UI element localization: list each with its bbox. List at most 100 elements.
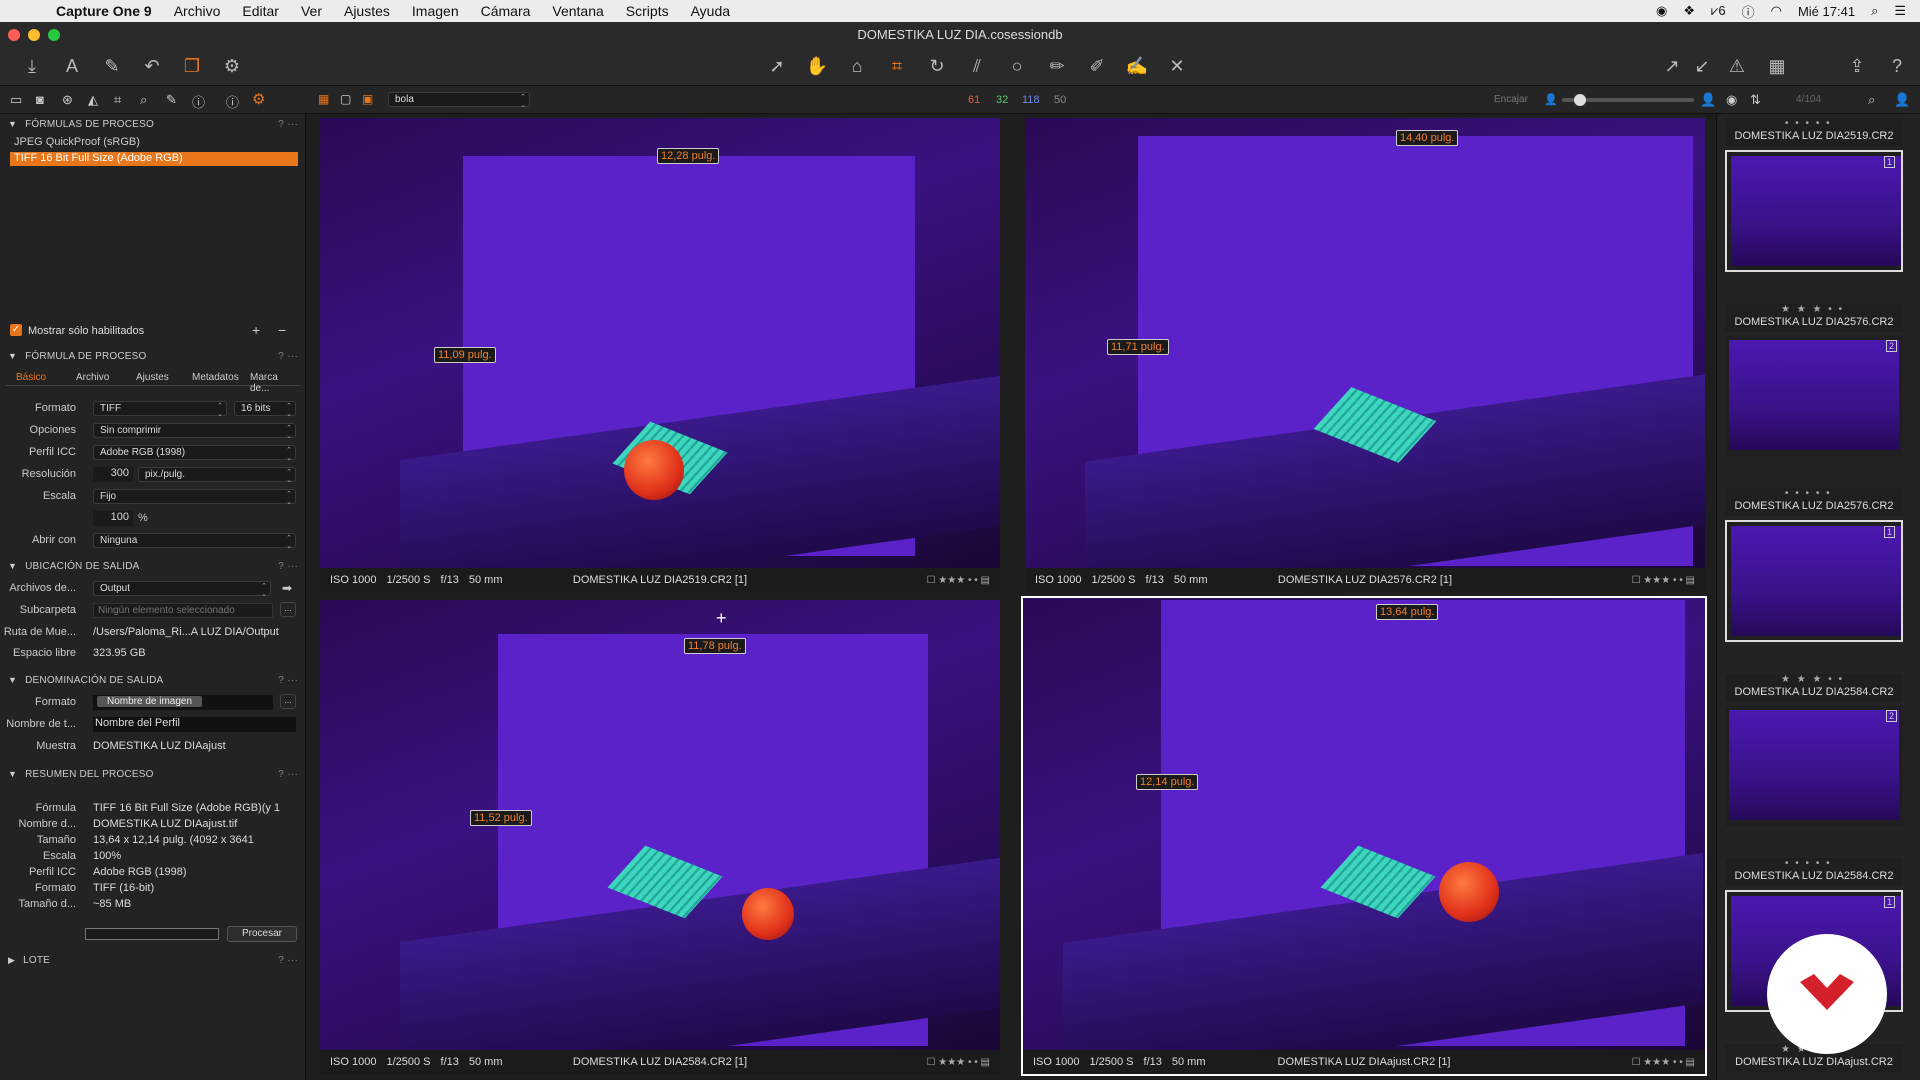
- recipe-item[interactable]: JPEG QuickProof (sRGB): [10, 136, 298, 150]
- more-icon[interactable]: ···: [287, 561, 298, 572]
- crop-tool-icon[interactable]: ⌗: [885, 54, 909, 78]
- exposure-warning-icon[interactable]: ⚠: [1725, 54, 1749, 78]
- rating-stars[interactable]: • • • • •: [1785, 118, 1832, 129]
- spotlight-icon[interactable]: ⌕: [1871, 3, 1878, 19]
- notifications-icon[interactable]: ☰: [1894, 3, 1906, 19]
- escala-select[interactable]: Fijo: [93, 489, 296, 506]
- multi-view-icon[interactable]: ▣: [362, 92, 373, 106]
- thumbnail[interactable]: 1: [1725, 520, 1903, 642]
- more-icon[interactable]: ···: [287, 351, 298, 362]
- viewer-frame[interactable]: 14,40 pulg. 11,71 pulg. ISO 1000 1/2500 …: [1025, 118, 1705, 592]
- metadata-tab-icon[interactable]: ⓘ: [192, 92, 205, 111]
- more-icon[interactable]: ···: [287, 955, 298, 966]
- zoom-slider[interactable]: [1562, 94, 1694, 106]
- more-icon[interactable]: ···: [287, 675, 298, 686]
- bits-select[interactable]: 16 bits: [234, 401, 296, 418]
- more-icon[interactable]: ···: [287, 119, 298, 130]
- menu-ventana[interactable]: Ventana: [552, 3, 603, 19]
- help-icon[interactable]: ?: [278, 561, 284, 572]
- sort-icon[interactable]: ⇅: [1750, 92, 1761, 108]
- dropbox-icon[interactable]: ❖: [1683, 3, 1695, 19]
- recipe-item-selected[interactable]: TIFF 16 Bit Full Size (Adobe RGB): [10, 152, 298, 166]
- viewer-frame[interactable]: 11,78 pulg. 11,52 pulg. + ISO 1000 1/250…: [320, 600, 1000, 1074]
- library-tab-icon[interactable]: ▭: [10, 92, 22, 108]
- process-button[interactable]: Procesar: [227, 926, 297, 942]
- menu-imagen[interactable]: Imagen: [412, 3, 459, 19]
- rating-stars[interactable]: ★ ★ ★ • •: [1781, 304, 1844, 315]
- menu-ayuda[interactable]: Ayuda: [691, 3, 730, 19]
- thumbnail-caption-row[interactable]: • • • • • DOMESTIKA LUZ DIA2584.CR2: [1725, 858, 1903, 886]
- clock[interactable]: Mié 17:41: [1798, 4, 1855, 19]
- text-tool-icon[interactable]: A: [60, 54, 84, 78]
- thumbnail[interactable]: 2: [1725, 336, 1903, 456]
- menu-camara[interactable]: Cámara: [481, 3, 531, 19]
- rating-stars[interactable]: • • • • •: [1785, 488, 1832, 499]
- add-recipe-icon[interactable]: +: [252, 322, 260, 338]
- naming-token[interactable]: Nombre de imagen: [97, 696, 203, 707]
- browser-search-icon[interactable]: ⌕: [1868, 92, 1875, 108]
- adobe-icon[interactable]: ⩗6: [1711, 3, 1726, 19]
- thumbnail[interactable]: 2: [1725, 706, 1903, 826]
- hand-tool-icon[interactable]: ✋: [805, 54, 829, 78]
- output-location-header[interactable]: ▼ UBICACIÓN DE SALIDA? ···: [0, 556, 306, 576]
- spot-removal-icon[interactable]: ○: [1005, 54, 1029, 78]
- draw-mask-icon[interactable]: ✏: [1045, 54, 1069, 78]
- menu-archivo[interactable]: Archivo: [174, 3, 221, 19]
- recipe-header[interactable]: ▼ FÓRMULA DE PROCESO? ···: [0, 346, 306, 366]
- more-icon[interactable]: ···: [287, 769, 298, 780]
- user-icon[interactable]: 👤: [1894, 92, 1910, 108]
- record-icon[interactable]: ◉: [1656, 3, 1667, 19]
- single-view-icon[interactable]: ▢: [340, 92, 351, 106]
- menu-scripts[interactable]: Scripts: [626, 3, 669, 19]
- resolucion-input[interactable]: 300: [93, 467, 133, 482]
- copy-icon[interactable]: ↗: [1660, 54, 1684, 78]
- rating-stars[interactable]: ☐ ★★★ • • ▤: [1632, 575, 1695, 586]
- rotate-tool-icon[interactable]: ↻: [925, 54, 949, 78]
- tab-metadatos[interactable]: Metadatos: [192, 372, 239, 383]
- search-input[interactable]: bola: [388, 92, 530, 109]
- tab-ajustes[interactable]: Ajustes: [136, 372, 169, 383]
- thumbnail-caption-row[interactable]: ★ ★ ★ • • DOMESTIKA LUZ DIA2576.CR2: [1725, 304, 1903, 332]
- rating-stars[interactable]: ★ ★ ★ • •: [1781, 674, 1844, 685]
- archivos-select[interactable]: Output: [93, 581, 271, 598]
- output-naming-header[interactable]: ▼ DENOMINACIÓN DE SALIDA? ···: [0, 670, 306, 690]
- rating-stars[interactable]: ☐ ★★★ • • ▤: [927, 1057, 990, 1068]
- exposure-tab-icon[interactable]: ◭: [88, 92, 98, 108]
- help-icon[interactable]: ?: [278, 119, 284, 130]
- wifi-icon[interactable]: ◠: [1771, 3, 1782, 19]
- loupe-tool-icon[interactable]: ⌂: [845, 54, 869, 78]
- brush-icon[interactable]: ✎: [100, 54, 124, 78]
- viewer-frame[interactable]: 12,28 pulg. 11,09 pulg. ISO 1000 1/2500 …: [320, 118, 1000, 592]
- remove-recipe-icon[interactable]: −: [278, 322, 286, 338]
- apply-icon[interactable]: ↙: [1690, 54, 1714, 78]
- process-tab-icon[interactable]: ⚙: [252, 90, 265, 108]
- naming-format-field[interactable]: Nombre de imagen: [93, 695, 273, 710]
- help-icon[interactable]: ?: [278, 955, 284, 966]
- menu-ajustes[interactable]: Ajustes: [344, 3, 390, 19]
- rating-stars[interactable]: ☐ ★★★ • • ▤: [927, 575, 990, 586]
- subcarpeta-input[interactable]: [93, 603, 273, 618]
- copy-adjustments-icon[interactable]: ❐: [180, 54, 204, 78]
- help-icon[interactable]: ?: [278, 351, 284, 362]
- grid-icon[interactable]: ▦: [1765, 54, 1789, 78]
- subfolder-more-button[interactable]: ...: [280, 602, 296, 617]
- share-icon[interactable]: ⇪: [1845, 54, 1869, 78]
- capture-tab-icon[interactable]: ◙: [36, 92, 44, 107]
- rating-stars[interactable]: ☐ ★★★ • • ▤: [1632, 1057, 1695, 1068]
- viewer-frame-selected[interactable]: 13,64 pulg. 12,14 pulg. ISO 1000 1/2500 …: [1021, 596, 1707, 1076]
- info-icon[interactable]: ⓘ: [1742, 2, 1755, 21]
- escala-input[interactable]: 100: [93, 511, 133, 526]
- arrow-right-icon[interactable]: ➡: [282, 581, 292, 595]
- resolucion-unit-select[interactable]: pix./pulg.: [138, 467, 296, 484]
- picker-tool-icon[interactable]: ✐: [1085, 54, 1109, 78]
- keystone-tool-icon[interactable]: ⫽: [965, 54, 989, 78]
- thumbnail-caption-row[interactable]: • • • • • DOMESTIKA LUZ DIA2576.CR2: [1725, 488, 1903, 516]
- tab-archivo[interactable]: Archivo: [76, 372, 109, 383]
- menu-app[interactable]: Capture One 9: [56, 3, 152, 19]
- crop-tab-icon[interactable]: ⌗: [114, 92, 121, 108]
- batch-header[interactable]: ▶ LOTE? ···: [0, 950, 306, 970]
- undo-icon[interactable]: ↶: [140, 54, 164, 78]
- minimize-window-button[interactable]: [28, 29, 40, 41]
- abrir-select[interactable]: Ninguna: [93, 533, 296, 550]
- zoom-slider-handle[interactable]: [1574, 94, 1586, 106]
